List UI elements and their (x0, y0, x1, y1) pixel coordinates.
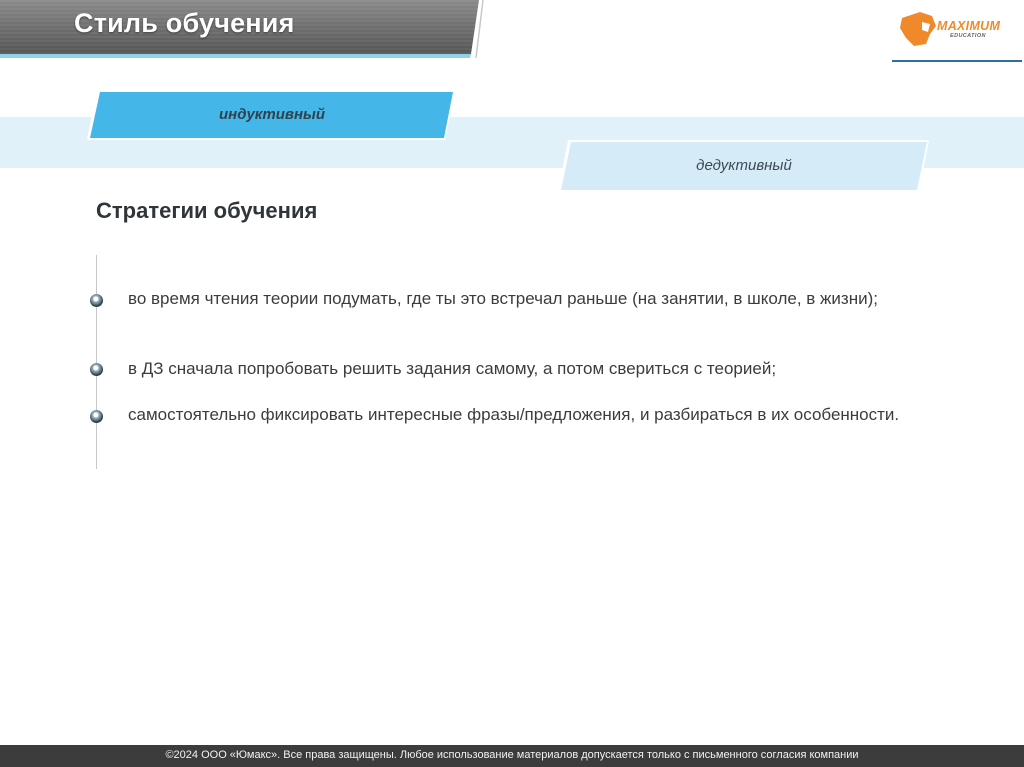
tab-deductive[interactable]: дедуктивный (558, 139, 930, 193)
bullet-icon (90, 410, 103, 423)
tab-inductive[interactable]: индуктивный (87, 89, 457, 141)
tab-deductive-label: дедуктивный (696, 157, 792, 174)
list-item: в ДЗ сначала попробовать решить задания … (128, 359, 777, 378)
list-divider (96, 255, 97, 469)
bullet-icon (90, 363, 103, 376)
header-ribbon: Стиль обучения (0, 0, 490, 62)
logo-wordmark: MAXIMUM (937, 19, 1001, 33)
page-title: Стиль обучения (74, 8, 295, 38)
list-item: самостоятельно фиксировать интересные фр… (128, 405, 900, 424)
section-heading: Стратегии обучения (96, 198, 318, 223)
copyright-text: ©2024 ООО «Юмакс». Все права защищены. Л… (165, 749, 859, 761)
list-item: во время чтения теории подумать, где ты … (128, 289, 878, 308)
footer-bar: ©2024 ООО «Юмакс». Все права защищены. Л… (0, 745, 1024, 767)
logo-subtitle: EDUCATION (950, 33, 986, 39)
bullet-icon (90, 294, 103, 307)
tab-inductive-label: индуктивный (218, 106, 326, 123)
slide: Стиль обучения MAXIMUM EDUCATION индукти… (0, 0, 1024, 767)
